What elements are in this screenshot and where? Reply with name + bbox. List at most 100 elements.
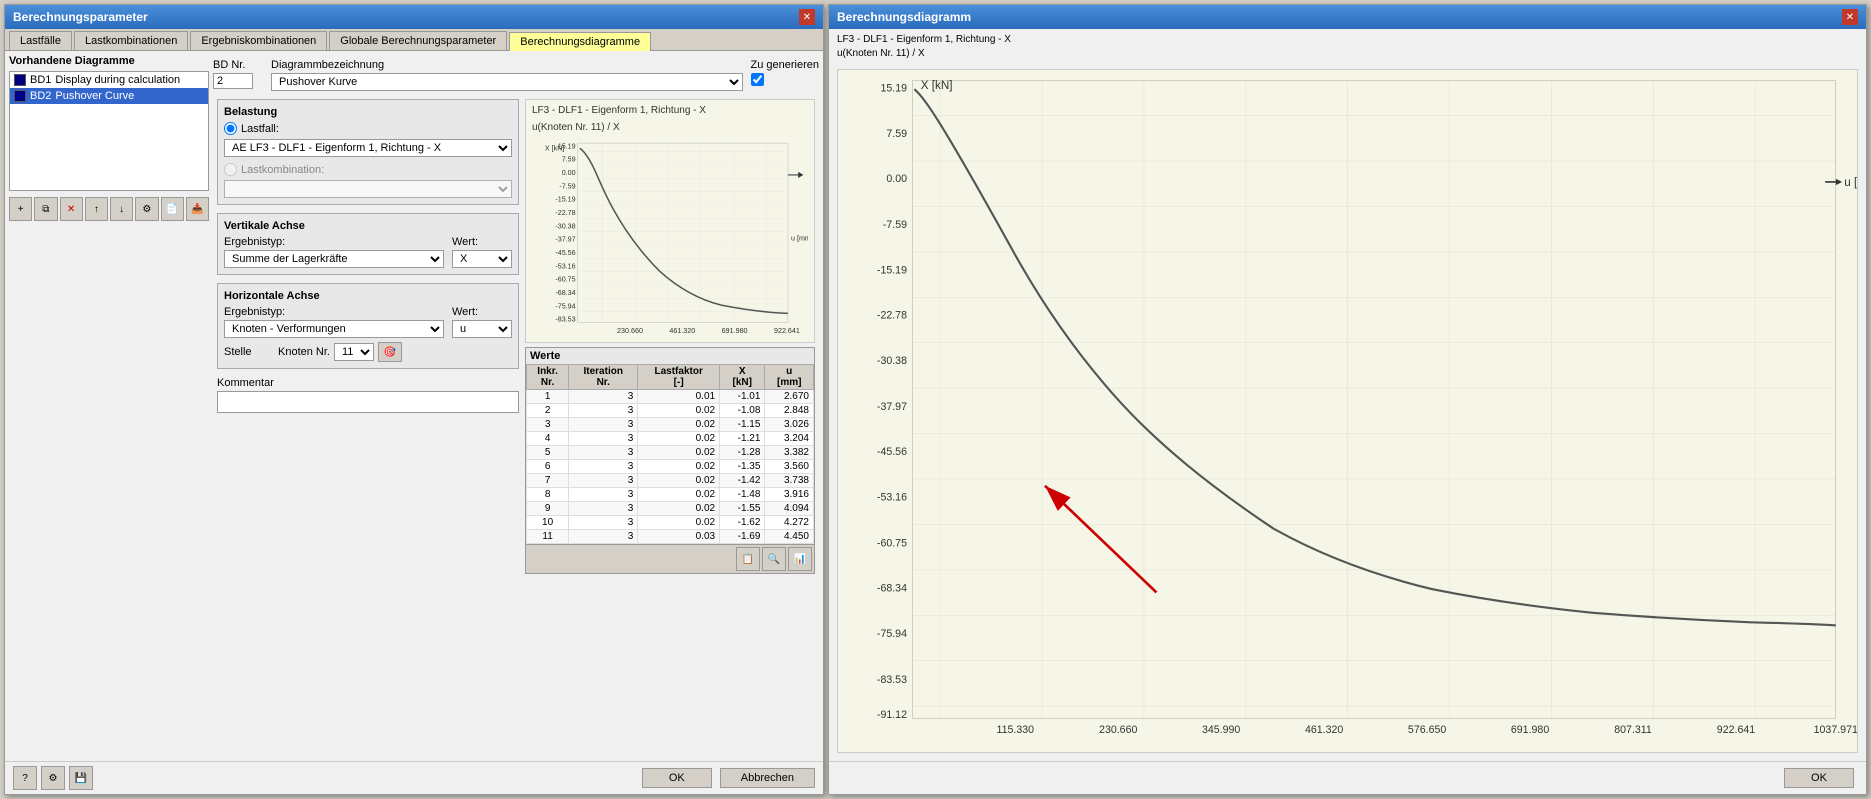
large-titlebar: Berechnungsdiagramm ✕ <box>829 5 1866 29</box>
main-title: Berechnungsparameter <box>13 10 148 24</box>
lastfall-select[interactable]: AE LF3 - DLF1 - Eigenform 1, Richtung - … <box>224 139 512 157</box>
large-ok-button[interactable]: OK <box>1784 768 1854 788</box>
svg-text:u [mm]: u [mm] <box>1844 176 1857 189</box>
lastkombination-radio[interactable] <box>224 163 237 176</box>
cancel-button[interactable]: Abbrechen <box>720 768 815 788</box>
svg-text:1037.971: 1037.971 <box>1814 724 1857 736</box>
vertikale-ergebnistyp-select[interactable]: Summe der Lagerkräfte <box>224 250 444 268</box>
zu-generieren-checkbox[interactable] <box>751 73 764 86</box>
export-button[interactable]: 📄 <box>161 197 184 221</box>
tab-lastfalle[interactable]: Lastfälle <box>9 31 72 50</box>
large-title: Berechnungsdiagramm <box>837 10 971 24</box>
values-copy-button[interactable]: 📋 <box>736 547 760 571</box>
svg-text:-75.94: -75.94 <box>555 302 575 310</box>
svg-text:461.320: 461.320 <box>1305 724 1343 736</box>
svg-text:461.320: 461.320 <box>669 327 695 335</box>
tab-globale[interactable]: Globale Berechnungsparameter <box>329 31 507 50</box>
cell-u: 4.272 <box>765 516 814 530</box>
cell-x: -1.42 <box>720 474 765 488</box>
lastfall-radio[interactable] <box>224 122 237 135</box>
svg-text:-68.34: -68.34 <box>555 289 575 297</box>
table-row[interactable]: 830.02-1.483.916 <box>527 488 814 502</box>
footer-help-button[interactable]: ? <box>13 766 37 790</box>
diagram-item-bd2[interactable]: BD2 Pushover Curve <box>10 88 208 104</box>
values-export-button[interactable]: 📊 <box>788 547 812 571</box>
horizontale-ergebnis-group: Ergebnistyp: Knoten - Verformungen <box>224 306 444 338</box>
tab-lastkombinationen[interactable]: Lastkombinationen <box>74 31 188 50</box>
cell-u: 4.094 <box>765 502 814 516</box>
footer-settings-button[interactable]: ⚙ <box>41 766 65 790</box>
svg-text:-68.34: -68.34 <box>877 582 907 594</box>
settings-button[interactable]: ⚙ <box>135 197 158 221</box>
lastkombination-select[interactable] <box>224 180 512 198</box>
svg-text:-37.97: -37.97 <box>555 236 575 244</box>
horizontale-wert-label: Wert: <box>452 306 512 318</box>
bd-nr-group: BD Nr. <box>213 59 263 89</box>
cell-inkr: 7 <box>527 474 569 488</box>
tab-berechnungsdiagramme[interactable]: Berechnungsdiagramme <box>509 32 651 51</box>
tab-ergebniskombinationen[interactable]: Ergebniskombinationen <box>190 31 327 50</box>
svg-text:-75.94: -75.94 <box>877 628 907 640</box>
knoten-nr-label: Knoten Nr. <box>278 346 330 358</box>
table-row[interactable]: 330.02-1.153.026 <box>527 418 814 432</box>
svg-text:-83.53: -83.53 <box>555 316 575 324</box>
svg-text:807.311: 807.311 <box>1614 724 1652 736</box>
col-u-header: u[mm] <box>765 365 814 390</box>
knoten-nr-select[interactable]: 11 <box>334 343 374 361</box>
cell-x: -1.21 <box>720 432 765 446</box>
cell-iter: 3 <box>569 502 638 516</box>
ok-button[interactable]: OK <box>642 768 712 788</box>
large-close-button[interactable]: ✕ <box>1842 9 1858 25</box>
svg-text:-7.59: -7.59 <box>559 182 575 190</box>
cell-u: 3.382 <box>765 446 814 460</box>
table-row[interactable]: 930.02-1.554.094 <box>527 502 814 516</box>
svg-text:-22.78: -22.78 <box>555 209 575 217</box>
table-row[interactable]: 430.02-1.213.204 <box>527 432 814 446</box>
move-up-button[interactable]: ↑ <box>85 197 108 221</box>
table-row[interactable]: 1130.03-1.694.450 <box>527 530 814 544</box>
import-button[interactable]: 📥 <box>186 197 209 221</box>
horizontale-wert-select[interactable]: u v w <box>452 320 512 338</box>
horizontale-ergebnistyp-select[interactable]: Knoten - Verformungen <box>224 320 444 338</box>
cell-lastfaktor: 0.02 <box>638 488 720 502</box>
dialog-footer: ? ⚙ 💾 OK Abbrechen <box>5 761 823 794</box>
svg-text:X [kN]: X [kN] <box>545 144 564 152</box>
values-table-wrapper[interactable]: Inkr.Nr. IterationNr. Lastfaktor[-] X[kN… <box>526 364 814 544</box>
bd1-color <box>14 74 26 86</box>
svg-text:0.00: 0.00 <box>886 173 907 185</box>
table-row[interactable]: 230.02-1.082.848 <box>527 404 814 418</box>
diagram-item-bd1[interactable]: BD1 Display during calculation <box>10 72 208 88</box>
cell-x: -1.69 <box>720 530 765 544</box>
cell-inkr: 1 <box>527 390 569 404</box>
table-row[interactable]: 630.02-1.353.560 <box>527 460 814 474</box>
small-chart-svg: 15.19 7.59 0.00 -7.59 -15.19 -22.78 -30.… <box>532 138 808 338</box>
copy-button[interactable]: ⧉ <box>34 197 57 221</box>
svg-text:576.650: 576.650 <box>1408 724 1446 736</box>
main-close-button[interactable]: ✕ <box>799 9 815 25</box>
svg-text:230.660: 230.660 <box>1099 724 1137 736</box>
kommentar-input[interactable] <box>217 391 519 413</box>
knoten-pick-button[interactable]: 🎯 <box>378 342 402 362</box>
lastfall-label: Lastfall: <box>241 123 279 135</box>
svg-text:-53.16: -53.16 <box>555 262 575 270</box>
footer-save-button[interactable]: 💾 <box>69 766 93 790</box>
diagramm-bezeichnung-select[interactable]: Pushover Kurve Display during calculatio… <box>271 73 743 91</box>
svg-text:X [kN]: X [kN] <box>921 79 953 92</box>
values-zoom-button[interactable]: 🔍 <box>762 547 786 571</box>
cell-lastfaktor: 0.02 <box>638 502 720 516</box>
bd-nr-input[interactable] <box>213 73 253 89</box>
move-down-button[interactable]: ↓ <box>110 197 133 221</box>
table-row[interactable]: 530.02-1.283.382 <box>527 446 814 460</box>
delete-button[interactable]: ✕ <box>60 197 83 221</box>
add-button[interactable]: + <box>9 197 32 221</box>
small-chart-body: 15.19 7.59 0.00 -7.59 -15.19 -22.78 -30.… <box>532 138 808 338</box>
left-panel: Vorhandene Diagramme BD1 Display during … <box>9 55 209 757</box>
cell-inkr: 11 <box>527 530 569 544</box>
cell-iter: 3 <box>569 516 638 530</box>
table-row[interactable]: 730.02-1.423.738 <box>527 474 814 488</box>
cell-inkr: 6 <box>527 460 569 474</box>
table-row[interactable]: 1030.02-1.624.272 <box>527 516 814 530</box>
svg-text:691.980: 691.980 <box>722 327 748 335</box>
table-row[interactable]: 130.01-1.012.670 <box>527 390 814 404</box>
vertikale-wert-select[interactable]: X Y Z <box>452 250 512 268</box>
